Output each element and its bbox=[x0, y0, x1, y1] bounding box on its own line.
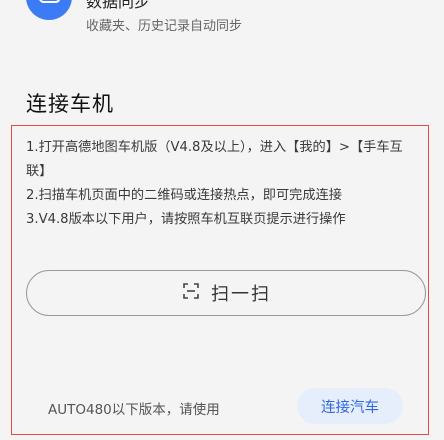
cloud-sync-icon bbox=[26, 0, 72, 20]
instruction-line: 2.扫描车机页面中的二维码或连接热点，即可完成连接 bbox=[26, 188, 342, 203]
instruction-line: 3.V4.8版本以下用户，请按照车机互联页提示进行操作 bbox=[26, 212, 346, 227]
instructions: 1.打开高德地图车机版（V4.8及以上），进入【我的】>【手车互联】 2.扫描车… bbox=[26, 136, 420, 232]
data-sync-row[interactable]: 数据同步 收藏夹、历史记录自动同步 bbox=[0, 0, 444, 60]
connect-car-button[interactable]: 连接汽车 bbox=[297, 388, 403, 424]
sync-title: 数据同步 bbox=[86, 0, 151, 11]
section-title: 连接车机 bbox=[26, 92, 114, 116]
sync-subtitle: 收藏夹、历史记录自动同步 bbox=[86, 19, 243, 34]
scan-button[interactable]: 扫一扫 bbox=[26, 270, 426, 316]
connect-panel: 1.打开高德地图车机版（V4.8及以上），进入【我的】>【手车互联】 2.扫描车… bbox=[11, 125, 429, 435]
scan-icon bbox=[181, 281, 201, 305]
instruction-line: 1.打开高德地图车机版（V4.8及以上），进入【我的】>【手车互联】 bbox=[26, 140, 403, 179]
legacy-version-note: AUTO480以下版本，请使用 bbox=[48, 402, 220, 418]
scan-button-label: 扫一扫 bbox=[211, 284, 271, 305]
